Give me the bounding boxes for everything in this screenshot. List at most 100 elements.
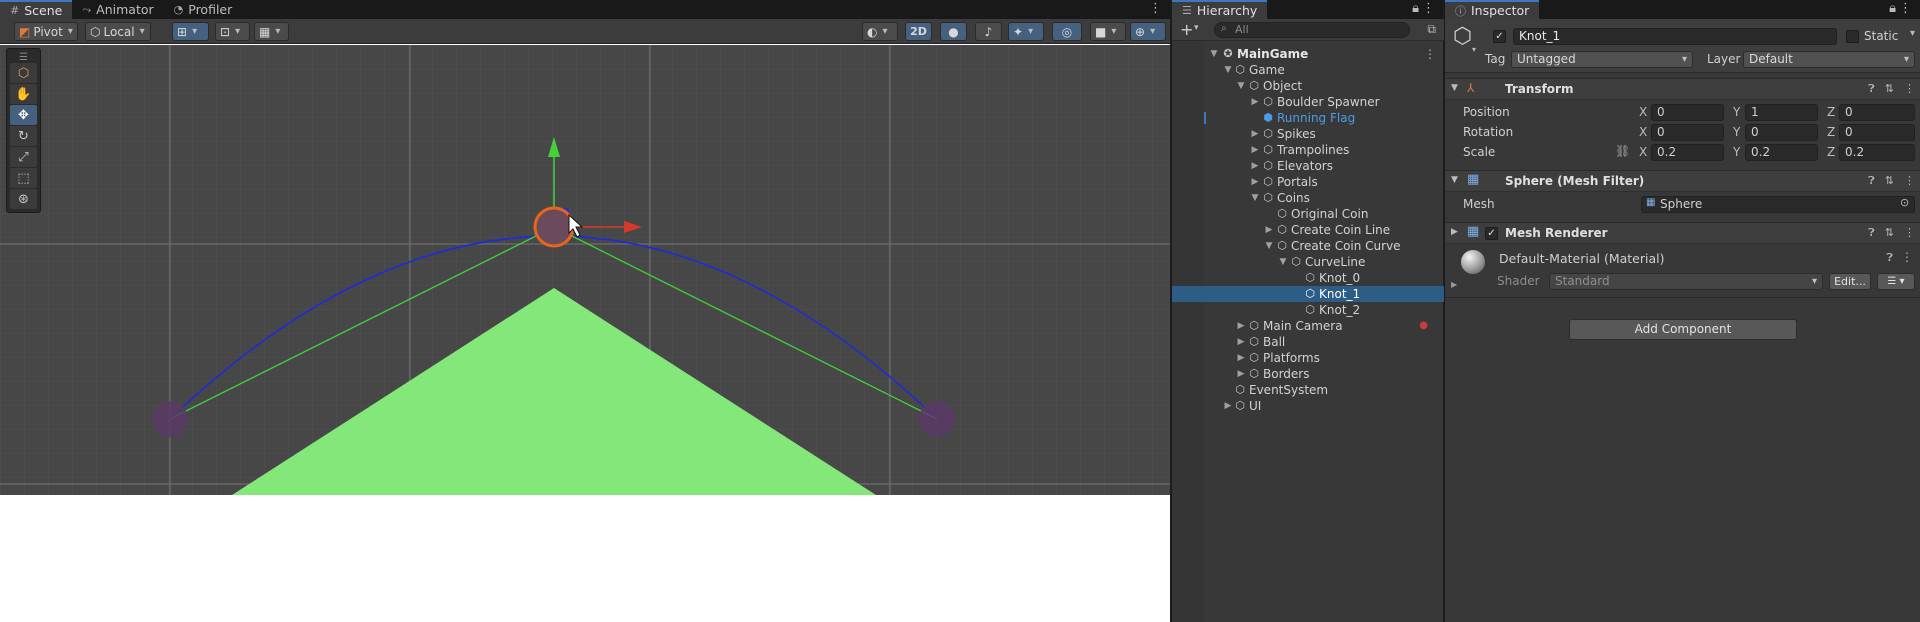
collapse-arrow-icon[interactable]: ▶	[1249, 126, 1261, 142]
constrain-proportions-icon[interactable]: ⛓︎	[1615, 144, 1630, 158]
tab-scene[interactable]: # Scene	[0, 0, 73, 19]
hierarchy-row-trampolines[interactable]: ▶ ⬡ Trampolines	[1172, 142, 1444, 158]
mesh-renderer-header[interactable]: ▶ ▦ ✓ Mesh Renderer ❓︎ ⇅ ⋮	[1445, 222, 1920, 244]
grid-snap-button[interactable]: ⊞	[172, 22, 209, 41]
lighting-toggle[interactable]: ●	[940, 22, 967, 41]
collapse-arrow-icon[interactable]: ▶	[1235, 366, 1247, 382]
hierarchy-row-eventsystem[interactable]: ⬡ EventSystem	[1172, 382, 1444, 398]
hierarchy-row-create-coin-curve[interactable]: ▼ ⬡ Create Coin Curve	[1172, 238, 1444, 254]
hierarchy-row-object[interactable]: ▼ ⬡ Object	[1172, 78, 1444, 94]
hierarchy-row-knot-1[interactable]: ⬡ Knot_1	[1172, 286, 1444, 302]
mesh-object-field[interactable]: Sphere	[1641, 196, 1915, 213]
hierarchy-lock-icon[interactable]: 🔒︎	[1412, 1, 1419, 16]
expand-arrow-icon[interactable]: ▼	[1277, 254, 1289, 270]
move-tool-icon[interactable]: ✥	[10, 105, 37, 125]
view-tool-cube-icon[interactable]: ⬡	[10, 63, 37, 83]
fold-arrow-icon[interactable]: ▼	[1451, 175, 1458, 185]
gizmos-button[interactable]: ⊕	[1130, 22, 1166, 41]
fold-arrow-icon[interactable]: ▼	[1451, 83, 1458, 93]
hand-tool-icon[interactable]: ✋	[10, 84, 37, 104]
rotation-z-field[interactable]: 0	[1839, 124, 1915, 141]
tab-animator[interactable]: ⤳ Animator	[72, 0, 163, 19]
knot-2-marker[interactable]	[919, 401, 955, 437]
audio-toggle[interactable]: ♪	[975, 22, 1002, 41]
hierarchy-row-curveline[interactable]: ▼ ⬡ CurveLine	[1172, 254, 1444, 270]
hierarchy-row-ball[interactable]: ▶ ⬡ Ball	[1172, 334, 1444, 350]
shader-dropdown[interactable]: Standard	[1549, 273, 1823, 290]
hierarchy-row-borders[interactable]: ▶ ⬡ Borders	[1172, 366, 1444, 382]
selected-knot-handle[interactable]	[533, 206, 575, 248]
expand-arrow-icon[interactable]: ▼	[1263, 238, 1275, 254]
inspector-menu-icon[interactable]: ⋮	[1899, 1, 1912, 16]
scale-y-field[interactable]: 0.2	[1745, 144, 1818, 161]
expand-arrow-icon[interactable]: ▼	[1249, 190, 1261, 206]
expand-arrow-icon[interactable]: ▼	[1208, 46, 1220, 62]
knot-0-marker[interactable]	[152, 401, 188, 437]
hierarchy-search-input[interactable]: All	[1214, 22, 1410, 38]
object-name-field[interactable]: Knot_1	[1513, 28, 1837, 45]
pivot-dropdown[interactable]: ◩ Pivot	[14, 22, 78, 41]
local-dropdown[interactable]: ⬡ Local	[85, 22, 151, 41]
search-filter-icon[interactable]: ⧉	[1427, 22, 1436, 37]
preset-icon[interactable]: ⇅	[1885, 174, 1894, 188]
rotation-x-field[interactable]: 0	[1651, 124, 1724, 141]
inspector-lock-icon[interactable]: 🔒︎	[1889, 1, 1896, 16]
hierarchy-row-platforms[interactable]: ▶ ⬡ Platforms	[1172, 350, 1444, 366]
palette-grip-icon[interactable]: ☰	[10, 52, 37, 63]
material-name[interactable]: Default-Material (Material)	[1499, 251, 1664, 266]
help-icon[interactable]: ❓︎	[1868, 82, 1875, 96]
static-checkbox[interactable]	[1846, 30, 1859, 43]
mesh-renderer-enabled-checkbox[interactable]: ✓	[1485, 227, 1498, 240]
hierarchy-row-elevators[interactable]: ▶ ⬡ Elevators	[1172, 158, 1444, 174]
hierarchy-row-knot-0[interactable]: ⬡ Knot_0	[1172, 270, 1444, 286]
scene-menu-kebab-icon[interactable]: ⋮	[1424, 46, 1436, 62]
static-dropdown-icon[interactable]: ▾	[1910, 28, 1915, 39]
hierarchy-menu-icon[interactable]: ⋮	[1422, 1, 1435, 16]
hierarchy-row-coins[interactable]: ▼ ⬡ Coins	[1172, 190, 1444, 206]
object-picker-icon[interactable]: ⊙	[1900, 196, 1909, 209]
collapse-arrow-icon[interactable]: ▶	[1249, 142, 1261, 158]
mesh-filter-header[interactable]: ▼ ▦ Sphere (Mesh Filter) ❓︎ ⇅ ⋮	[1445, 170, 1920, 192]
preset-icon[interactable]: ⇅	[1885, 226, 1894, 240]
help-icon[interactable]: ❓︎	[1868, 226, 1875, 240]
add-component-button[interactable]: Add Component	[1569, 319, 1797, 340]
tab-profiler[interactable]: ◔ Profiler	[164, 0, 243, 19]
hierarchy-row-main-camera[interactable]: ▶ ⬡ Main Camera ●	[1172, 318, 1444, 334]
scale-x-field[interactable]: 0.2	[1651, 144, 1724, 161]
shader-edit-button[interactable]: Edit...	[1829, 273, 1871, 290]
hierarchy-row-knot-2[interactable]: ⬡ Knot_2	[1172, 302, 1444, 318]
hierarchy-row-boulder-spawner[interactable]: ▶ ⬡ Boulder Spawner	[1172, 94, 1444, 110]
collapse-arrow-icon[interactable]: ▶	[1235, 318, 1247, 334]
increment-snap-button[interactable]: ⊡	[215, 22, 250, 41]
fold-arrow-icon[interactable]: ▶	[1451, 227, 1458, 237]
material-menu-icon[interactable]: ⋮	[1901, 250, 1913, 264]
collapse-arrow-icon[interactable]: ▶	[1249, 158, 1261, 174]
hierarchy-row-create-coin-line[interactable]: ▶ ⬡ Create Coin Line	[1172, 222, 1444, 238]
active-checkbox[interactable]: ✓	[1493, 30, 1506, 43]
shader-options-button[interactable]: ☰ ▾	[1877, 273, 1915, 290]
expand-arrow-icon[interactable]: ▼	[1235, 78, 1247, 94]
rect-tool-icon[interactable]: ⬚	[10, 168, 37, 188]
create-plus-icon[interactable]: +	[1180, 20, 1193, 39]
collapse-arrow-icon[interactable]: ▶	[1263, 222, 1275, 238]
help-icon[interactable]: ❓︎	[1868, 174, 1875, 188]
scale-z-field[interactable]: 0.2	[1839, 144, 1915, 161]
tag-dropdown[interactable]: Untagged	[1511, 51, 1693, 68]
transform-tool-icon[interactable]: ⊛	[10, 189, 37, 209]
scene-viewport[interactable]	[0, 45, 1170, 495]
component-menu-icon[interactable]: ⋮	[1904, 174, 1915, 188]
preset-icon[interactable]: ⇅	[1885, 82, 1894, 96]
hierarchy-row-maingame[interactable]: ▼ ✪ MainGame ⋮	[1172, 46, 1444, 62]
icon-dropdown-icon[interactable]: ▾	[1472, 45, 1476, 54]
create-dropdown-icon[interactable]: ▾	[1194, 23, 1199, 33]
hidden-objects-toggle[interactable]: ◎	[1052, 22, 1082, 41]
scene-menu-icon[interactable]: ⋮	[1149, 1, 1162, 16]
hierarchy-row-game[interactable]: ▼ ⬡ Game	[1172, 62, 1444, 78]
collapse-arrow-icon[interactable]: ▶	[1235, 334, 1247, 350]
shading-mode-button[interactable]: ◐	[862, 22, 898, 41]
rotate-tool-icon[interactable]: ↻	[10, 126, 37, 146]
collapse-arrow-icon[interactable]: ▶	[1249, 174, 1261, 190]
collapse-arrow-icon[interactable]: ▶	[1235, 350, 1247, 366]
help-icon[interactable]: ❓︎	[1886, 251, 1893, 265]
component-menu-icon[interactable]: ⋮	[1904, 82, 1915, 96]
